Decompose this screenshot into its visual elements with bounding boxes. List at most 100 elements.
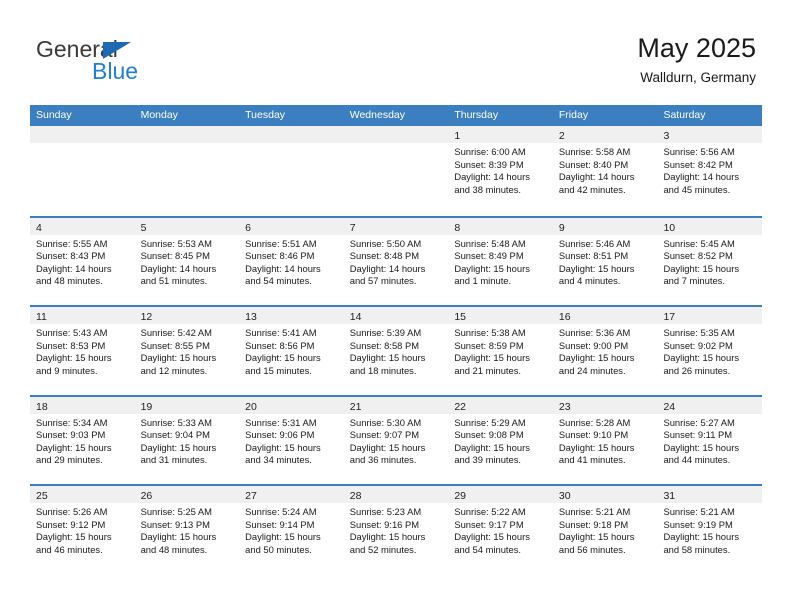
day-daylight-text-line2: and 54 minutes. bbox=[245, 275, 312, 287]
day-daylight-text-line1: Daylight: 15 hours bbox=[140, 531, 217, 543]
day-details: Sunrise: 5:38 AM Sunset: 8:59 PM Daylight:… bbox=[448, 324, 553, 377]
day-cell[interactable]: 29 Sunrise: 5:22 AM Sunset: 9:17 PM Dayligh… bbox=[448, 486, 553, 574]
day-sunset-text: Sunset: 9:03 PM bbox=[36, 429, 106, 441]
day-cell[interactable]: 21 Sunrise: 5:30 AM Sunset: 9:07 PM Dayligh… bbox=[343, 396, 449, 484]
calendar-week-row: 11 Sunrise: 5:43 AM Sunset: 8:53 PM Dayligh… bbox=[30, 305, 763, 395]
day-daylight-text-line1: Daylight: 15 hours bbox=[663, 262, 740, 274]
day-sunset-text: Sunset: 9:04 PM bbox=[140, 429, 210, 441]
day-date-strip: 2 bbox=[552, 126, 658, 143]
day-details: Sunrise: 5:39 AM Sunset: 8:58 PM Daylight:… bbox=[344, 324, 449, 377]
day-details: Sunrise: 5:56 AM Sunset: 8:42 PM Daylight:… bbox=[657, 143, 762, 196]
day-cell[interactable]: 5 Sunrise: 5:53 AM Sunset: 8:45 PM Daylight… bbox=[134, 217, 240, 305]
day-sunset-text: Sunset: 9:06 PM bbox=[245, 429, 315, 441]
day-details: Sunrise: 6:00 AM Sunset: 8:39 PM Daylight:… bbox=[448, 143, 553, 196]
day-cell[interactable]: 23 Sunrise: 5:28 AM Sunset: 9:10 PM Dayligh… bbox=[552, 396, 658, 484]
day-details: Sunrise: 5:27 AM Sunset: 9:11 PM Daylight:… bbox=[657, 414, 762, 467]
day-cell[interactable]: 27 Sunrise: 5:24 AM Sunset: 9:14 PM Dayligh… bbox=[239, 486, 344, 574]
day-sunset-text: Sunset: 8:49 PM bbox=[454, 250, 524, 262]
day-sunrise-text: Sunrise: 5:24 AM bbox=[245, 506, 317, 517]
day-daylight-text-line2: and 56 minutes. bbox=[558, 543, 626, 555]
day-daylight-text-line2: and 18 minutes. bbox=[349, 364, 417, 376]
day-cell[interactable]: 7 Sunrise: 5:50 AM Sunset: 8:48 PM Daylight… bbox=[343, 217, 449, 305]
day-cell[interactable]: 10 Sunrise: 5:45 AM Sunset: 8:52 PM Dayligh… bbox=[657, 217, 763, 305]
weekday-wednesday: Wednesday bbox=[349, 109, 405, 121]
day-cell[interactable]: 18 Sunrise: 5:34 AM Sunset: 9:03 PM Dayligh… bbox=[30, 396, 135, 484]
day-cell[interactable]: 31 Sunrise: 5:21 AM Sunset: 9:19 PM Dayligh… bbox=[657, 486, 763, 574]
day-cell[interactable]: 11 Sunrise: 5:43 AM Sunset: 8:53 PM Dayligh… bbox=[30, 307, 135, 395]
day-cell[interactable]: 30 Sunrise: 5:21 AM Sunset: 9:18 PM Dayligh… bbox=[552, 486, 658, 574]
day-cell[interactable]: 25 Sunrise: 5:26 AM Sunset: 9:12 PM Dayligh… bbox=[30, 486, 135, 574]
day-cell[interactable]: 12 Sunrise: 5:42 AM Sunset: 8:55 PM Dayligh… bbox=[134, 307, 240, 395]
day-cell[interactable]: 14 Sunrise: 5:39 AM Sunset: 8:58 PM Dayligh… bbox=[343, 307, 449, 395]
weekday-friday: Friday bbox=[558, 109, 589, 121]
weekday-sunday: Sunday bbox=[36, 109, 72, 121]
day-cell[interactable]: 28 Sunrise: 5:23 AM Sunset: 9:16 PM Dayligh… bbox=[343, 486, 449, 574]
day-daylight-text-line2: and 21 minutes. bbox=[454, 364, 522, 376]
day-daylight-text-line2: and 48 minutes. bbox=[36, 275, 103, 287]
day-details: Sunrise: 5:42 AM Sunset: 8:55 PM Daylight:… bbox=[135, 324, 240, 377]
day-details: Sunrise: 5:55 AM Sunset: 8:43 PM Daylight:… bbox=[30, 235, 135, 288]
day-sunset-text: Sunset: 9:13 PM bbox=[140, 518, 210, 530]
day-cell[interactable]: 4 Sunrise: 5:55 AM Sunset: 8:43 PM Daylight… bbox=[30, 217, 135, 305]
day-sunrise-text: Sunrise: 5:25 AM bbox=[140, 506, 212, 517]
day-cell[interactable]: 6 Sunrise: 5:51 AM Sunset: 8:46 PM Daylight… bbox=[239, 217, 344, 305]
day-date-strip: 15 bbox=[448, 307, 553, 324]
day-sunset-text: Sunset: 9:18 PM bbox=[558, 518, 629, 530]
day-cell[interactable]: 17 Sunrise: 5:35 AM Sunset: 9:02 PM Dayligh… bbox=[657, 307, 763, 395]
day-cell[interactable]: 8 Sunrise: 5:48 AM Sunset: 8:49 PM Daylight… bbox=[448, 217, 553, 305]
day-sunrise-text: Sunrise: 5:27 AM bbox=[663, 416, 735, 428]
calendar-week-row: 18 Sunrise: 5:34 AM Sunset: 9:03 PM Dayligh… bbox=[30, 394, 763, 484]
day-sunrise-text: Sunrise: 5:39 AM bbox=[349, 327, 422, 338]
day-cell[interactable]: 26 Sunrise: 5:25 AM Sunset: 9:13 PM Dayligh… bbox=[134, 486, 240, 574]
weekday-tuesday: Tuesday bbox=[245, 109, 286, 121]
day-sunrise-text: Sunrise: 5:45 AM bbox=[663, 237, 735, 249]
day-cell[interactable]: 1 Sunrise: 6:00 AM Sunset: 8:39 PM Daylight… bbox=[448, 126, 553, 216]
day-cell[interactable]: 3 Sunrise: 5:56 AM Sunset: 8:42 PM Daylight… bbox=[657, 126, 763, 216]
day-number: 13 bbox=[245, 311, 257, 323]
generalblue-logo[interactable]: General Blue bbox=[36, 36, 256, 88]
day-date-strip: 26 bbox=[134, 486, 240, 503]
day-daylight-text-line1: Daylight: 15 hours bbox=[36, 441, 112, 453]
day-details: Sunrise: 5:46 AM Sunset: 8:51 PM Daylight:… bbox=[553, 235, 658, 288]
day-cell[interactable]: 13 Sunrise: 5:41 AM Sunset: 8:56 PM Dayligh… bbox=[239, 307, 344, 395]
calendar-weeks: 1 Sunrise: 6:00 AM Sunset: 8:39 PM Daylight… bbox=[30, 126, 763, 574]
day-number: 20 bbox=[245, 400, 257, 413]
day-date-strip: 5 bbox=[134, 217, 240, 235]
day-cell[interactable]: 16 Sunrise: 5:36 AM Sunset: 9:00 PM Dayligh… bbox=[552, 307, 658, 395]
day-daylight-text-line1: Daylight: 15 hours bbox=[140, 352, 217, 364]
day-number: 12 bbox=[140, 311, 153, 323]
day-sunrise-text: Sunrise: 5:29 AM bbox=[454, 416, 526, 428]
day-number: 6 bbox=[245, 221, 251, 234]
day-cell[interactable]: 9 Sunrise: 5:46 AM Sunset: 8:51 PM Daylight… bbox=[552, 217, 658, 305]
day-sunrise-text: Sunrise: 5:34 AM bbox=[36, 416, 108, 428]
day-number: 15 bbox=[454, 311, 466, 323]
day-number: 17 bbox=[663, 311, 676, 323]
day-cell[interactable]: 2 Sunrise: 5:58 AM Sunset: 8:40 PM Daylight… bbox=[552, 126, 658, 216]
day-sunrise-text: Sunrise: 5:36 AM bbox=[558, 327, 631, 338]
calendar-week-row: 1 Sunrise: 6:00 AM Sunset: 8:39 PM Daylight… bbox=[30, 126, 763, 216]
day-details: Sunrise: 5:26 AM Sunset: 9:12 PM Daylight:… bbox=[30, 503, 135, 556]
day-details: Sunrise: 5:28 AM Sunset: 9:10 PM Daylight:… bbox=[553, 414, 658, 467]
day-sunrise-text: Sunrise: 5:35 AM bbox=[663, 327, 735, 338]
day-daylight-text-line2: and 51 minutes. bbox=[140, 275, 208, 287]
day-cell[interactable]: 20 Sunrise: 5:31 AM Sunset: 9:06 PM Dayligh… bbox=[239, 396, 344, 484]
day-daylight-text-line2: and 9 minutes. bbox=[36, 364, 98, 376]
day-details: Sunrise: 5:41 AM Sunset: 8:56 PM Daylight:… bbox=[239, 324, 344, 377]
day-daylight-text-line2: and 24 minutes. bbox=[558, 364, 626, 376]
day-details: Sunrise: 5:21 AM Sunset: 9:18 PM Daylight:… bbox=[553, 503, 658, 556]
day-cell-empty bbox=[239, 126, 344, 216]
logo-text-blue: Blue bbox=[92, 58, 139, 84]
day-cell[interactable]: 19 Sunrise: 5:33 AM Sunset: 9:04 PM Dayligh… bbox=[134, 396, 240, 484]
day-cell[interactable]: 22 Sunrise: 5:29 AM Sunset: 9:08 PM Dayligh… bbox=[448, 396, 553, 484]
day-details: Sunrise: 5:53 AM Sunset: 8:45 PM Daylight:… bbox=[135, 235, 240, 288]
day-sunset-text: Sunset: 9:11 PM bbox=[663, 429, 733, 441]
day-daylight-text-line1: Daylight: 15 hours bbox=[663, 352, 740, 364]
day-details: Sunrise: 5:51 AM Sunset: 8:46 PM Daylight:… bbox=[239, 235, 344, 288]
day-details: Sunrise: 5:24 AM Sunset: 9:14 PM Daylight:… bbox=[239, 503, 344, 556]
day-daylight-text-line1: Daylight: 14 hours bbox=[349, 262, 426, 274]
day-date-strip: 13 bbox=[239, 307, 344, 324]
weekday-saturday: Saturday bbox=[663, 109, 706, 121]
day-date-strip: 20 bbox=[239, 396, 344, 414]
day-cell[interactable]: 15 Sunrise: 5:38 AM Sunset: 8:59 PM Dayligh… bbox=[448, 307, 553, 395]
day-cell[interactable]: 24 Sunrise: 5:27 AM Sunset: 9:11 PM Dayligh… bbox=[657, 396, 763, 484]
